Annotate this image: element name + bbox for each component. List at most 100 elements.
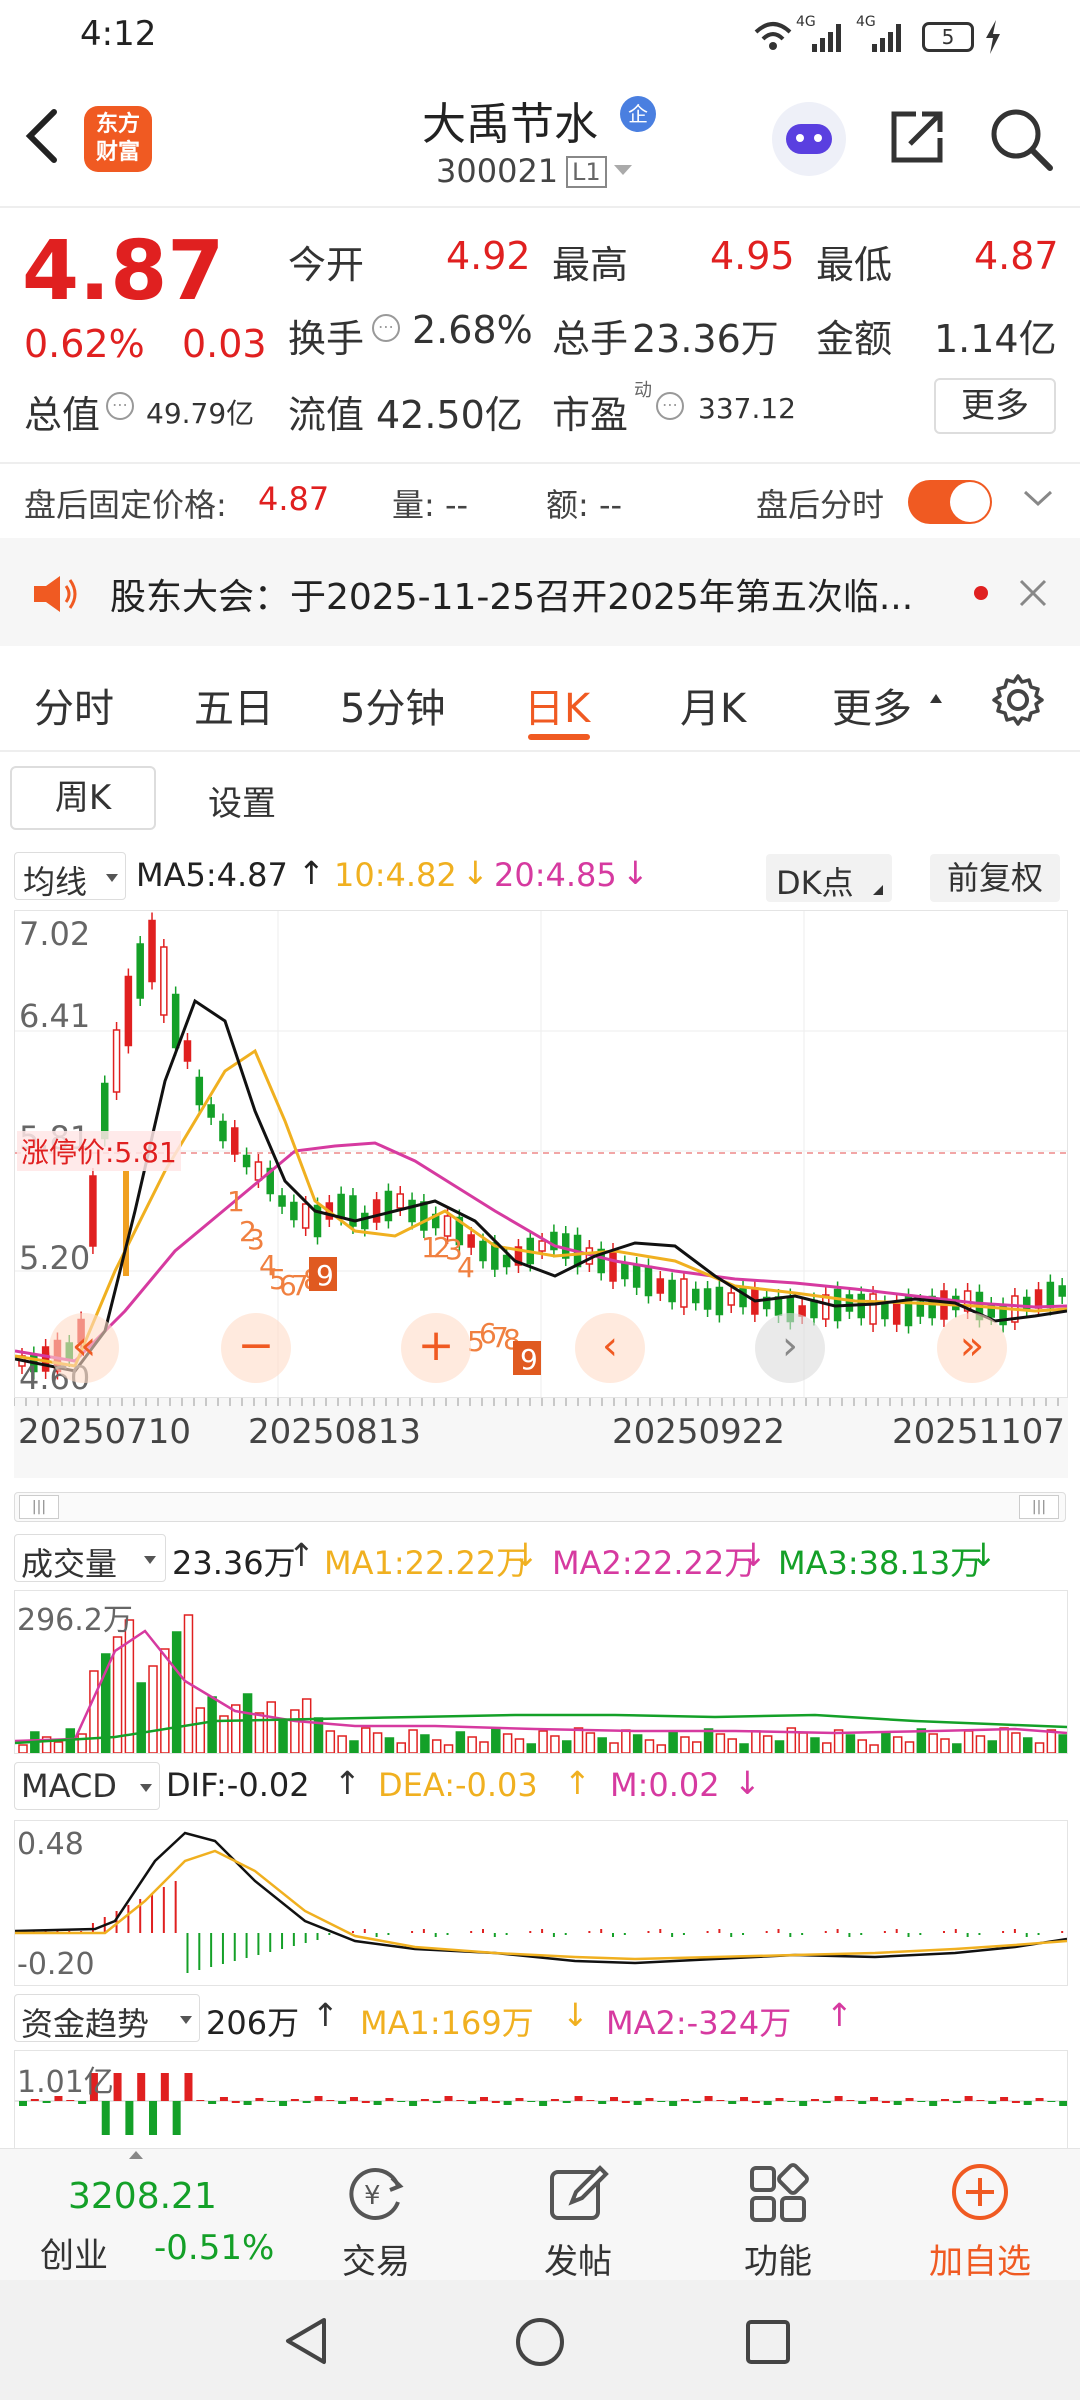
macd-chart[interactable]: 0.48 -0.20 — [14, 1820, 1068, 1986]
nav-post[interactable]: 发帖 — [478, 2148, 678, 2282]
index-name[interactable]: 创业 — [40, 2228, 108, 2277]
app-logo: 东方 财富 — [84, 106, 152, 172]
close-icon[interactable] — [1018, 578, 1048, 608]
volume-chart[interactable]: 296.2万 — [14, 1590, 1068, 1754]
funds-ma2: MA2:-324万 — [606, 2004, 792, 2042]
volume-bar — [538, 1730, 548, 1753]
level-badge[interactable]: L1 — [566, 156, 607, 188]
info-icon[interactable]: ⋯ — [656, 392, 684, 420]
volume-bar — [53, 1741, 64, 1753]
logo-line-2: 财富 — [95, 140, 140, 165]
active-tab-indicator — [528, 734, 590, 740]
stock-header: 东方 财富 大禹节水 企 300021 L1 — [0, 76, 1080, 206]
volume-bar — [18, 1744, 28, 1753]
robot-assistant-icon[interactable] — [772, 102, 846, 176]
index-value[interactable]: 3208.21 — [68, 2176, 217, 2217]
candle-body — [703, 1288, 712, 1310]
range-handle-right[interactable]: ||| — [1019, 1495, 1059, 1519]
wifi-icon — [754, 22, 792, 50]
edit-icon — [550, 2165, 609, 2220]
info-icon[interactable]: ⋯ — [106, 392, 134, 420]
funds-bar — [78, 2101, 87, 2104]
volume-y-max: 296.2万 — [17, 1603, 133, 1638]
tab-monthly-k[interactable]: 月K — [680, 676, 746, 734]
svg-text:9: 9 — [316, 1259, 334, 1292]
info-icon[interactable]: ⋯ — [372, 314, 400, 342]
recents-square-icon[interactable] — [744, 2318, 792, 2366]
funds-bar — [621, 2101, 630, 2103]
candle-body — [692, 1288, 700, 1304]
volume-bar — [573, 1727, 584, 1753]
unread-dot — [974, 586, 988, 600]
funds-selector[interactable]: 资金趋势 — [14, 1994, 200, 2043]
back-icon[interactable] — [22, 106, 62, 166]
tab-five-day[interactable]: 五日 — [194, 676, 274, 734]
volume-bar — [987, 1740, 998, 1753]
scroll-right-fast-button[interactable]: » — [937, 1313, 1007, 1383]
svg-text:4: 4 — [457, 1251, 475, 1284]
tab-5min[interactable]: 5分钟 — [340, 676, 445, 734]
change-amount: 0.03 — [182, 322, 267, 366]
back-triangle-icon[interactable] — [282, 2316, 332, 2366]
candle-body — [219, 1120, 227, 1142]
tab-daily-k[interactable]: 日K — [524, 676, 590, 734]
macd-dif-arrow: ↑ — [334, 1764, 361, 1802]
scroll-left-fast-button[interactable]: « — [49, 1313, 119, 1383]
nav-trade[interactable]: ¥ 交易 — [276, 2148, 476, 2282]
nav-functions[interactable]: 功能 — [678, 2148, 878, 2282]
funds-bar — [137, 2073, 146, 2101]
home-circle-icon[interactable] — [514, 2316, 566, 2368]
afterhours-timeline-label: 盘后分时 — [756, 486, 885, 524]
settings-link[interactable]: 设置 — [208, 776, 276, 825]
volume-label: 总手 — [552, 317, 629, 361]
funds-chart[interactable]: 1.01亿 — [14, 2050, 1068, 2148]
dk-point-button[interactable]: DK点 — [766, 854, 892, 902]
volume-bar — [703, 1728, 714, 1753]
nav-add-watchlist[interactable]: 加自选 — [880, 2148, 1080, 2282]
funds-bar — [420, 2099, 429, 2101]
volume-bar — [1058, 1734, 1067, 1753]
ma-selector[interactable]: 均线 — [14, 852, 126, 901]
afterhours-toggle[interactable] — [908, 480, 992, 524]
search-icon[interactable] — [988, 106, 1054, 172]
range-scrollbar[interactable]: ||| ||| — [14, 1492, 1066, 1522]
funds-bar — [373, 2101, 382, 2105]
volume-selector[interactable]: 成交量 — [14, 1534, 166, 1583]
caret-up-icon[interactable] — [928, 692, 944, 704]
scroll-right-button[interactable]: › — [755, 1313, 825, 1383]
more-button[interactable]: 更多 — [934, 378, 1056, 434]
chevron-down-icon[interactable] — [1022, 488, 1054, 510]
zoom-out-button[interactable]: − — [221, 1313, 291, 1383]
range-handle-left[interactable]: ||| — [19, 1495, 59, 1519]
kline-chart[interactable]: 12345678 12345678 9 9 7.02 6.41 5.81 5.2… — [14, 910, 1068, 1398]
tab-intraday[interactable]: 分时 — [34, 676, 114, 734]
high-label: 最高 — [552, 243, 629, 287]
gear-icon[interactable] — [990, 672, 1046, 728]
notice-text: 股东大会：于2025-11-25召开2025年第五次临... — [110, 577, 914, 618]
notice-bar[interactable]: 股东大会：于2025-11-25召开2025年第五次临... — [0, 538, 1080, 646]
chevron-down-icon[interactable] — [612, 162, 634, 178]
macd-dif: DIF:-0.02 — [166, 1766, 310, 1804]
macd-canvas — [15, 1831, 1067, 1973]
tab-more[interactable]: 更多 — [832, 676, 912, 734]
index-change[interactable]: -0.51% — [154, 2228, 274, 2268]
volume-bar — [502, 1733, 513, 1753]
funds-bar — [905, 2098, 914, 2101]
caret-down-icon — [140, 1784, 152, 1792]
funds-bar — [775, 2098, 784, 2101]
weekly-k-button[interactable]: 周K — [10, 766, 156, 830]
macd-selector[interactable]: MACD — [14, 1762, 160, 1810]
candle-body — [242, 1154, 251, 1168]
share-icon[interactable] — [886, 106, 948, 168]
zoom-in-button[interactable]: + — [401, 1313, 471, 1383]
funds-bar — [893, 2101, 902, 2105]
volume-bar — [1034, 1742, 1045, 1753]
funds-bar — [645, 2098, 654, 2101]
mktcap-label: 总值 — [24, 393, 101, 437]
funds-canvas — [15, 2073, 1067, 2135]
adjust-button[interactable]: 前复权 — [930, 854, 1060, 902]
funds-bar — [834, 2096, 843, 2101]
scroll-left-button[interactable]: ‹ — [575, 1313, 645, 1383]
funds-bar — [432, 2101, 441, 2103]
enterprise-badge: 企 — [620, 96, 656, 132]
